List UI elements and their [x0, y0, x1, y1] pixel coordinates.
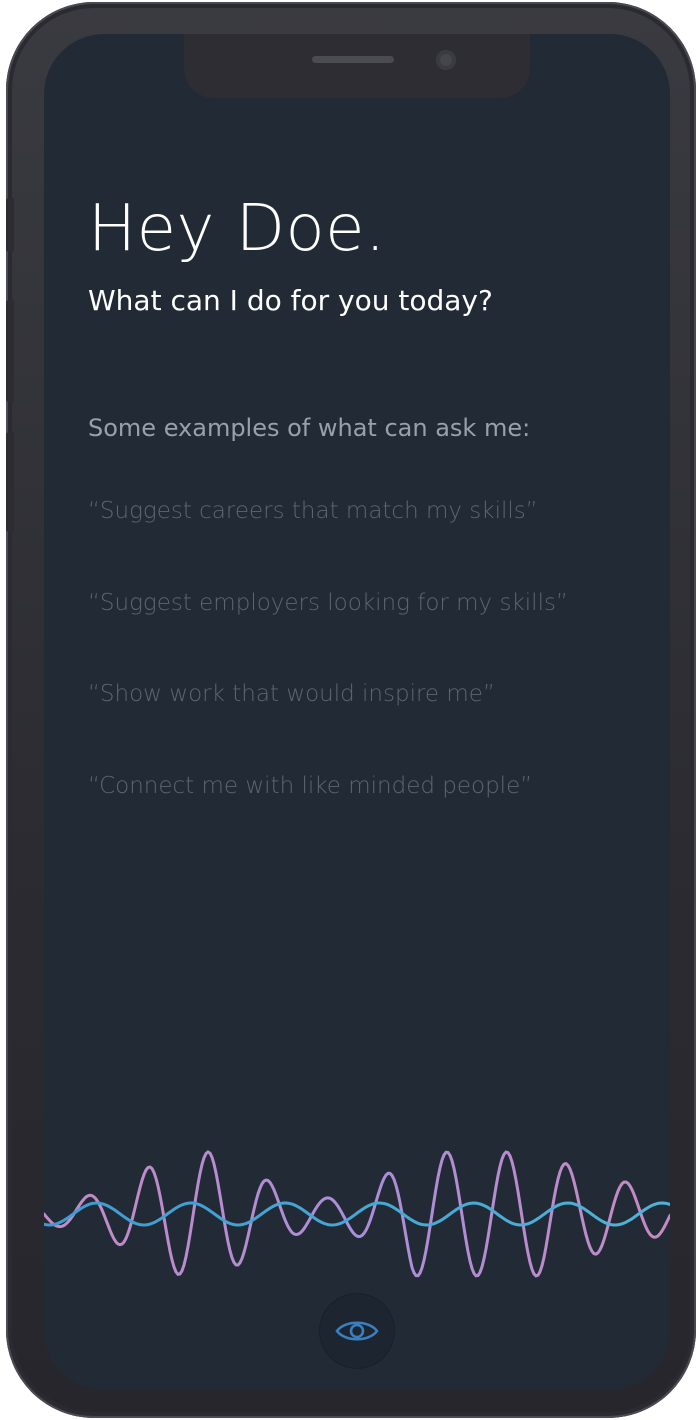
examples-heading: Some examples of what can ask me: [88, 414, 531, 442]
front-camera [436, 50, 456, 70]
example-suggestion[interactable]: “Suggest employers looking for my skills… [88, 590, 568, 616]
greeting-subtitle: What can I do for you today? [88, 284, 493, 317]
example-suggestion[interactable]: “Suggest careers that match my skills” [88, 498, 538, 524]
notch [184, 34, 530, 98]
example-suggestion[interactable]: “Connect me with like minded people” [88, 773, 532, 799]
mute-switch [6, 198, 14, 252]
example-suggestion[interactable]: “Show work that would inspire me” [88, 681, 495, 707]
waveform-blue-line [44, 1201, 670, 1227]
voice-assistant-button[interactable] [320, 1294, 394, 1368]
greeting-title: Hey Doe. [88, 192, 386, 266]
volume-down-button [6, 432, 14, 532]
app-screen: Hey Doe. What can I do for you today? So… [44, 34, 670, 1390]
volume-up-button [6, 300, 14, 402]
speaker-grille [312, 56, 394, 63]
phone-frame: Hey Doe. What can I do for you today? So… [6, 2, 696, 1418]
voice-waveform [44, 1150, 670, 1278]
eye-icon [335, 1321, 379, 1341]
